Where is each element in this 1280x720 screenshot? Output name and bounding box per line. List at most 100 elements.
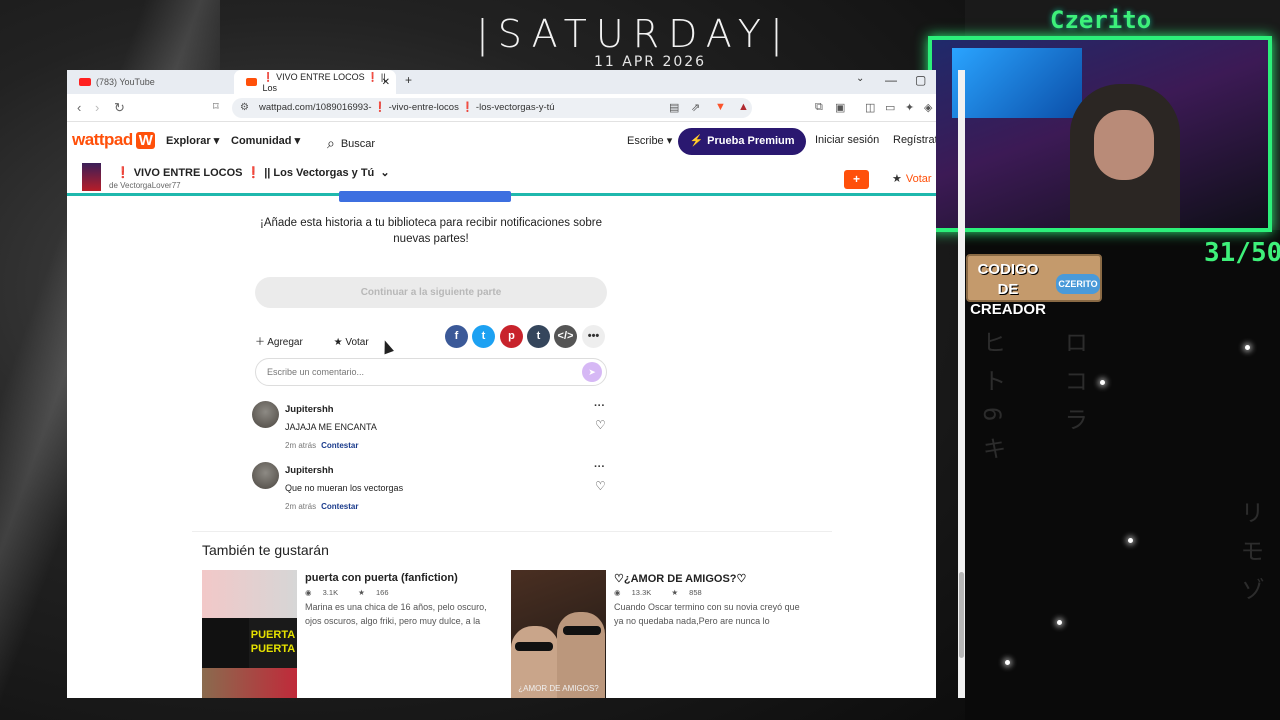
extensions-icon[interactable]: ⧉ bbox=[815, 101, 823, 114]
send-icon[interactable]: ➤ bbox=[582, 362, 602, 382]
share-page-icon[interactable]: ⇗ bbox=[691, 101, 700, 114]
recommendation-cover[interactable]: PUERTA PUERTA bbox=[202, 570, 297, 698]
recommendation-title[interactable]: ♡¿AMOR DE AMIGOS?♡ bbox=[614, 572, 746, 585]
pinterest-icon[interactable]: p bbox=[500, 325, 523, 348]
embed-icon[interactable]: </> bbox=[554, 325, 577, 348]
register-link[interactable]: Regístrate bbox=[893, 134, 936, 146]
community-menu[interactable]: Comunidad ▾ bbox=[231, 134, 300, 147]
continue-next-part-button[interactable]: Continuar a la siguiente parte bbox=[255, 277, 607, 308]
comment-username[interactable]: Jupitershh bbox=[285, 404, 334, 415]
site-settings-icon[interactable]: ⚙ bbox=[240, 98, 249, 118]
reader-icon[interactable]: ▤ bbox=[669, 101, 679, 114]
add-button[interactable]: ＋ Agregar bbox=[255, 337, 317, 348]
new-tab-button[interactable]: + bbox=[405, 73, 412, 87]
maximize-icon[interactable]: ▢ bbox=[915, 73, 926, 87]
back-icon[interactable]: ‹ bbox=[77, 100, 81, 115]
twitter-icon[interactable]: t bbox=[472, 325, 495, 348]
creator-code-banner: CODIGO DE CREADOR CZERITO bbox=[966, 254, 1102, 318]
login-link[interactable]: Iniciar sesión bbox=[815, 134, 879, 146]
browser-window: (783) YouTube ❗ VIVO ENTRE LOCOS ❗ || Lo… bbox=[67, 70, 936, 698]
minimize-icon[interactable]: — bbox=[885, 73, 897, 87]
heart-icon[interactable]: ♡ bbox=[595, 479, 606, 493]
add-to-library-button[interactable]: + bbox=[844, 170, 869, 189]
star-icon: ★ bbox=[671, 588, 679, 597]
comment-placeholder: Escribe un comentario... bbox=[267, 367, 365, 377]
page-scrollbar[interactable] bbox=[958, 70, 965, 698]
tab-label: (783) YouTube bbox=[96, 77, 155, 87]
wattpad-header: wattpad W Explorar ▾ Comunidad ▾ ⌕ Buscar … bbox=[67, 122, 936, 162]
avatar[interactable] bbox=[252, 462, 279, 489]
sparkle bbox=[1245, 345, 1250, 350]
wallet-icon[interactable]: ▭ bbox=[885, 101, 895, 114]
url-text: wattpad.com/1089016993- ❗ -vivo-entre-lo… bbox=[259, 102, 555, 113]
wattpad-w-icon: W bbox=[135, 132, 156, 149]
story-title[interactable]: ❗ VIVO ENTRE LOCOS ❗ || Los Vectorgas y Tú … bbox=[112, 166, 390, 179]
more-options-icon[interactable]: ··· bbox=[594, 400, 605, 412]
story-title-suffix: || Los Vectorgas y Tú bbox=[264, 167, 375, 179]
vpn-icon[interactable]: ◈ bbox=[924, 101, 932, 114]
recommendation-title[interactable]: puerta con puerta (fanfiction) bbox=[305, 572, 458, 584]
search-button[interactable]: ⌕ Buscar bbox=[327, 134, 375, 151]
bolt-icon: ⚡ bbox=[689, 135, 704, 147]
day-date: 11 APR 2026 bbox=[594, 54, 707, 70]
bookmark-icon[interactable]: ⌑ bbox=[213, 100, 219, 113]
goal-counter: 31/50 bbox=[1204, 238, 1280, 268]
scrollbar-thumb[interactable] bbox=[959, 572, 964, 658]
logo-text: wattpad bbox=[72, 130, 133, 149]
sidebar-icon[interactable]: ◫ bbox=[865, 101, 875, 114]
comment-meta: 2m atrás Contestar bbox=[285, 502, 358, 511]
streamer-name: Czerito bbox=[1050, 6, 1152, 34]
premium-label: Prueba Premium bbox=[707, 135, 795, 147]
tab-wattpad[interactable]: ❗ VIVO ENTRE LOCOS ❗ || Los ✕ bbox=[234, 70, 396, 94]
tumblr-icon[interactable]: t bbox=[527, 325, 550, 348]
creator-code-label: CODIGO DE CREADOR bbox=[970, 261, 1046, 318]
premium-button[interactable]: ⚡ Prueba Premium bbox=[678, 128, 806, 155]
write-menu[interactable]: Escribe ▾ bbox=[627, 134, 672, 147]
explore-menu[interactable]: Explorar ▾ bbox=[166, 134, 219, 147]
matrix-glyphs: ヒ ト 6 キ bbox=[978, 330, 1006, 460]
tab-youtube[interactable]: (783) YouTube bbox=[67, 70, 232, 94]
recommendation-stats: ◉ 13.3K ★ 858 bbox=[614, 588, 720, 597]
divider bbox=[192, 531, 832, 532]
brave-rewards-icon[interactable]: ▲ bbox=[738, 101, 749, 113]
screenshot-icon[interactable]: ▣ bbox=[835, 101, 845, 114]
comment-input[interactable]: Escribe un comentario... ➤ bbox=[255, 358, 607, 386]
recommendation-card[interactable]: ¿AMOR DE AMIGOS? ♡¿AMOR DE AMIGOS?♡ ◉ 13… bbox=[511, 570, 811, 698]
vote-button[interactable]: ★ Votar bbox=[334, 337, 383, 348]
add-label: Agregar bbox=[267, 337, 303, 348]
cover-text: PUERTA PUERTA bbox=[249, 618, 297, 668]
comment-username[interactable]: Jupitershh bbox=[285, 465, 334, 476]
chevron-down-icon: ▾ bbox=[666, 135, 673, 147]
recommendation-card[interactable]: PUERTA PUERTA puerta con puerta (fanfict… bbox=[202, 570, 502, 698]
recommendations-title: También te gustarán bbox=[202, 542, 329, 558]
brave-shield-icon[interactable]: ▼ bbox=[715, 101, 726, 113]
more-options-icon[interactable]: ••• bbox=[582, 325, 605, 348]
last-update-banner bbox=[339, 191, 511, 202]
wattpad-logo[interactable]: wattpad W bbox=[72, 130, 156, 150]
chevron-down-icon[interactable]: ⌄ bbox=[380, 167, 389, 179]
reply-button[interactable]: Contestar bbox=[321, 502, 358, 511]
story-title-text: VIVO ENTRE LOCOS bbox=[133, 167, 243, 179]
facebook-icon[interactable]: f bbox=[445, 325, 468, 348]
more-options-icon[interactable]: ··· bbox=[594, 461, 605, 473]
cover-text: ¿AMOR DE AMIGOS? bbox=[518, 684, 599, 693]
vote-button-top[interactable]: ★ Votar bbox=[892, 172, 932, 185]
reply-button[interactable]: Contestar bbox=[321, 441, 358, 450]
recommendation-description: Cuando Oscar termino con su novia creyó … bbox=[614, 602, 800, 626]
leo-ai-icon[interactable]: ✦ bbox=[905, 101, 914, 114]
forward-icon[interactable]: › bbox=[95, 100, 99, 115]
star-icon: ★ bbox=[892, 173, 902, 185]
heart-icon[interactable]: ♡ bbox=[595, 418, 606, 432]
recommendation-cover[interactable]: ¿AMOR DE AMIGOS? bbox=[511, 570, 606, 698]
story-author[interactable]: de VectorgaLover77 bbox=[109, 181, 181, 190]
avatar[interactable] bbox=[252, 401, 279, 428]
tab-label: ❗ VIVO ENTRE LOCOS ❗ || Los bbox=[262, 71, 386, 93]
close-tab-icon[interactable]: ✕ bbox=[382, 77, 390, 88]
recommendation-stats: ◉ 3.1K ★ 166 bbox=[305, 588, 407, 597]
tab-search-icon[interactable]: ⌄ bbox=[856, 73, 864, 84]
comment-meta: 2m atrás Contestar bbox=[285, 441, 358, 450]
story-cover-thumbnail[interactable] bbox=[82, 163, 101, 191]
eye-icon: ◉ bbox=[305, 588, 312, 597]
reload-icon[interactable]: ↻ bbox=[114, 100, 125, 116]
comment-item: Jupitershh Que no mueran los vectorgas 2… bbox=[252, 461, 612, 522]
